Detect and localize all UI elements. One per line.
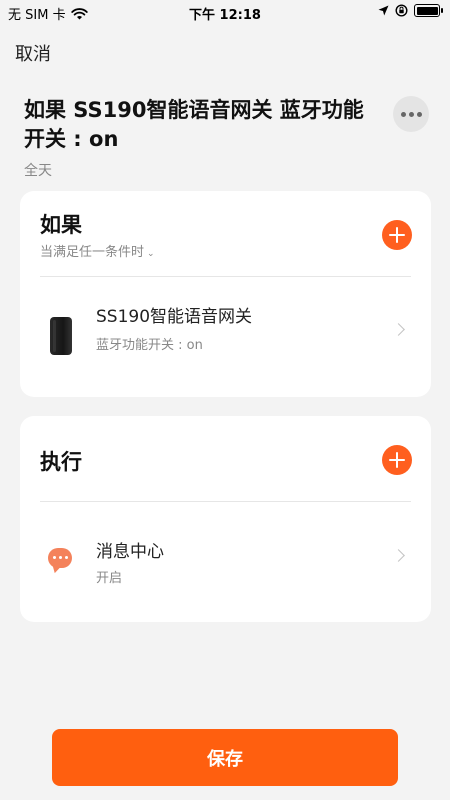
chevron-right-icon (392, 549, 405, 562)
condition-detail: 蓝牙功能开关 : on (96, 338, 203, 353)
battery-icon (414, 4, 443, 17)
action-detail: 开启 (96, 571, 123, 586)
more-dot (416, 111, 422, 117)
location-arrow-icon (378, 5, 389, 16)
if-card-title: 如果 (40, 213, 82, 237)
action-row[interactable]: 消息中心 开启 (20, 501, 431, 622)
rotation-lock-icon (395, 4, 408, 17)
chevron-right-icon (392, 323, 405, 336)
then-card: 执行 消息中心 开启 (20, 416, 431, 622)
gateway-device-icon (50, 317, 72, 355)
condition-label: 当满足任一条件时 (40, 245, 145, 260)
status-bar-right (378, 4, 443, 17)
cancel-button[interactable]: 取消 (15, 40, 51, 66)
add-condition-button[interactable] (382, 220, 412, 250)
chevron-down-icon: ⌄ (147, 249, 155, 259)
condition-selector[interactable]: 当满足任一条件时 ⌄ (40, 241, 155, 260)
save-button[interactable]: 保存 (52, 729, 398, 786)
add-action-button[interactable] (382, 445, 412, 475)
action-name: 消息中心 (96, 542, 164, 562)
more-dots-icon (400, 111, 406, 117)
more-options-button[interactable] (393, 96, 429, 132)
more-dot (408, 111, 414, 117)
message-bubble-icon (48, 548, 72, 568)
if-card: 如果 当满足任一条件时 ⌄ SS190智能语音网关 蓝牙功能开关 : on (20, 191, 431, 397)
condition-device-name: SS190智能语音网关 (96, 307, 253, 327)
then-card-title: 执行 (40, 450, 82, 474)
page-title: 如果 SS190智能语音网关 蓝牙功能开关 : on (24, 98, 364, 151)
status-bar: 无 SIM 卡 下午 12:18 (0, 0, 450, 26)
schedule-label: 全天 (24, 163, 52, 179)
condition-row[interactable]: SS190智能语音网关 蓝牙功能开关 : on (20, 276, 431, 397)
